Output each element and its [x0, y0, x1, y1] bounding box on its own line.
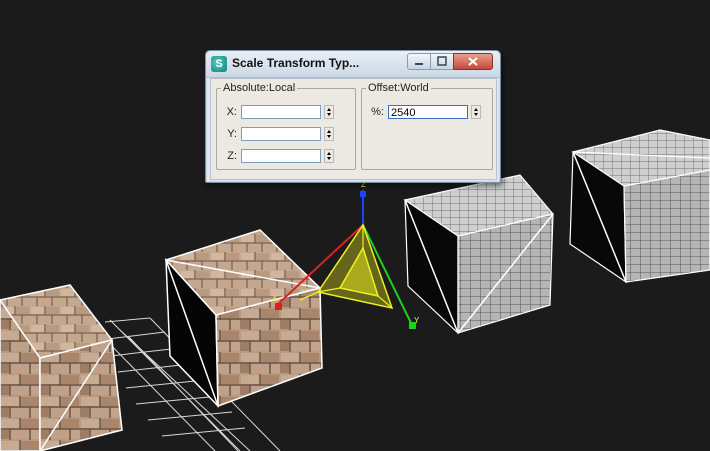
- brick-cube-center[interactable]: [164, 229, 323, 408]
- z-label: Z:: [227, 150, 237, 162]
- y-label: Y:: [227, 128, 237, 140]
- gizmo-z-handle[interactable]: [360, 191, 366, 197]
- gizmo-x-label: X: [272, 294, 278, 303]
- close-icon: [468, 57, 478, 66]
- absolute-local-label: Absolute:Local: [221, 82, 298, 94]
- dialog-titlebar[interactable]: S Scale Transform Typ...: [206, 51, 500, 78]
- x-spinner[interactable]: [324, 105, 334, 119]
- dialog-body: Absolute:Local X: Y: Z: Offset:World %: …: [210, 78, 497, 180]
- 3dsmax-app-icon: S: [211, 56, 227, 72]
- gray-box-middle[interactable]: [403, 174, 555, 335]
- minimize-button[interactable]: [407, 53, 431, 70]
- caption-buttons: [399, 53, 493, 70]
- gizmo-y-label: Y: [414, 316, 420, 325]
- gizmo-x-handle[interactable]: [275, 303, 282, 310]
- dialog-title: Scale Transform Typ...: [232, 56, 360, 70]
- y-spinner[interactable]: [324, 127, 334, 141]
- z-spinner[interactable]: [324, 149, 334, 163]
- maximize-icon: [437, 56, 447, 66]
- z-field[interactable]: [241, 149, 321, 163]
- x-label: X:: [226, 106, 237, 118]
- absolute-local-group: Absolute:Local X: Y: Z:: [216, 82, 356, 170]
- minimize-icon: [415, 63, 423, 65]
- y-field[interactable]: [241, 127, 321, 141]
- offset-world-label: Offset:World: [366, 82, 431, 94]
- gray-box-right[interactable]: [569, 129, 710, 284]
- percent-label: %:: [371, 106, 384, 118]
- scale-transform-dialog[interactable]: S Scale Transform Typ... Absolute:Local …: [205, 50, 501, 183]
- brick-cube-left[interactable]: [0, 284, 123, 451]
- percent-spinner[interactable]: [471, 105, 481, 119]
- x-field[interactable]: [241, 105, 321, 119]
- offset-world-group: Offset:World %: 2540: [361, 82, 493, 170]
- percent-field[interactable]: 2540: [388, 105, 468, 119]
- close-button[interactable]: [453, 53, 493, 70]
- maximize-button[interactable]: [430, 53, 454, 70]
